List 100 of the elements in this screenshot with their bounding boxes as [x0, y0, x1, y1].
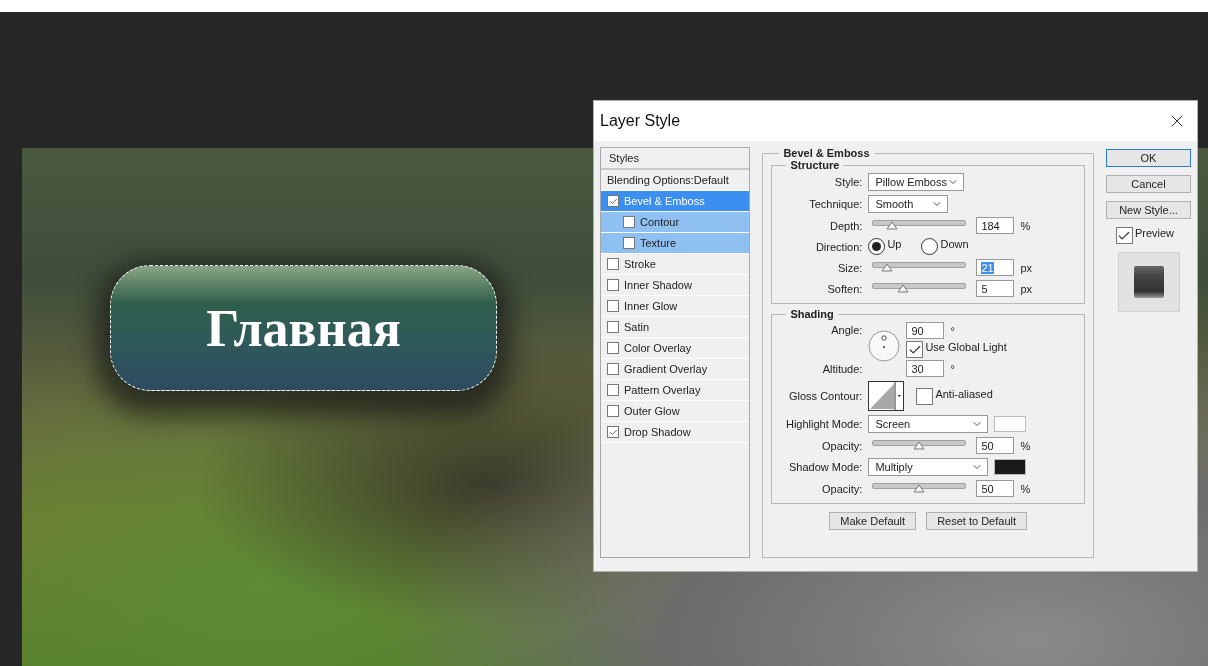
number-field[interactable]: 90	[906, 322, 945, 339]
radio-button[interactable]	[868, 238, 886, 255]
unit-label: %	[1020, 482, 1031, 495]
dropdown[interactable]: Screen	[868, 415, 989, 433]
number-field[interactable]: 184	[976, 217, 1015, 234]
check-icon	[608, 427, 618, 437]
field-label: Opacity:	[821, 482, 863, 495]
unit-label: %	[1020, 219, 1031, 232]
banner-text: Главная	[206, 298, 401, 358]
radio-label: Down	[940, 238, 969, 250]
group-title: Shading	[789, 308, 835, 320]
group-title: Bevel & Emboss	[782, 147, 871, 159]
style-label: Gradient Overlay	[624, 363, 708, 375]
field-value: 184	[981, 219, 1000, 232]
dialog-button[interactable]: OK	[1105, 149, 1191, 167]
color-swatch[interactable]	[994, 459, 1027, 475]
style-label: Bevel & Emboss	[624, 195, 705, 207]
footer-button[interactable]: Make Default	[829, 512, 917, 530]
field-label: Highlight Mode:	[784, 418, 863, 430]
field-label: Technique:	[808, 198, 863, 210]
group-title: Structure	[789, 159, 841, 171]
style-label: Inner Shadow	[624, 279, 692, 291]
slider-thumb[interactable]	[913, 441, 926, 450]
field-label: Size:	[836, 261, 863, 274]
checkbox[interactable]	[1115, 227, 1133, 244]
style-label: Stroke	[624, 258, 656, 270]
checkbox[interactable]	[607, 195, 619, 207]
dialog-button[interactable]: Cancel	[1105, 175, 1191, 193]
number-field[interactable]: 5	[976, 280, 1015, 297]
style-label: Inner Glow	[624, 300, 678, 312]
unit-label: px	[1020, 261, 1032, 274]
checkbox[interactable]	[623, 237, 635, 249]
footer-button[interactable]: Reset to Default	[926, 512, 1027, 530]
style-list-item[interactable]: Inner Shadow	[601, 275, 750, 296]
radio-button[interactable]	[921, 238, 939, 255]
field-value: 90	[911, 324, 924, 337]
field-value: 50	[981, 482, 994, 495]
style-label: Color Overlay	[624, 342, 692, 354]
checkbox-label: Anti-aliased	[935, 387, 993, 400]
field-label: Style:	[833, 176, 863, 188]
field-label: Altitude:	[822, 363, 863, 375]
style-label: Contour	[640, 216, 680, 228]
style-label: Pattern Overlay	[624, 384, 701, 396]
style-list-item[interactable]: Texture	[601, 233, 750, 254]
checkbox-label: Use Global Light	[925, 341, 1007, 353]
field-label: Gloss Contour:	[788, 390, 863, 402]
style-label: Texture	[640, 237, 677, 249]
field-label: Soften:	[826, 282, 863, 295]
checkbox[interactable]	[607, 258, 619, 270]
field-label: Depth:	[828, 219, 863, 232]
unit-label: °	[950, 362, 955, 375]
checkbox-label: Preview	[1134, 227, 1175, 239]
checkbox[interactable]	[607, 384, 619, 396]
checkbox[interactable]	[607, 342, 619, 354]
check-icon	[608, 196, 618, 206]
style-label: Drop Shadow	[624, 426, 691, 438]
window-title: Layer Style	[600, 112, 681, 130]
slider-thumb[interactable]	[896, 284, 909, 293]
square-icon	[1133, 266, 1164, 298]
style-list-item[interactable]: Contour	[601, 212, 750, 233]
slider-thumb[interactable]	[881, 263, 894, 272]
checkbox[interactable]	[623, 216, 635, 228]
checkbox[interactable]	[906, 341, 924, 358]
dropdown[interactable]: Smooth	[868, 195, 949, 213]
checkbox[interactable]	[607, 405, 619, 417]
contour-picker[interactable]	[868, 381, 905, 411]
number-field[interactable]: 30	[906, 360, 945, 377]
style-list-item[interactable]: Satin	[601, 317, 750, 338]
style-list-item[interactable]: Stroke	[601, 254, 750, 275]
style-list-item[interactable]: Inner Glow	[601, 296, 750, 317]
style-label: Outer Glow	[624, 405, 680, 417]
checkbox[interactable]	[607, 300, 619, 312]
color-swatch[interactable]	[994, 416, 1027, 432]
style-list-item[interactable]: Pattern Overlay	[601, 380, 750, 401]
styles-header[interactable]: Styles	[601, 148, 750, 170]
style-list-item[interactable]: Gradient Overlay	[601, 359, 750, 380]
dropdown[interactable]: Multiply	[868, 458, 989, 476]
field-label: Direction:	[814, 240, 863, 253]
checkbox[interactable]	[607, 363, 619, 375]
style-list-item[interactable]: Drop Shadow	[601, 422, 750, 443]
checkbox[interactable]	[607, 426, 619, 438]
slider-thumb[interactable]	[885, 221, 898, 230]
field-label: Shadow Mode:	[788, 461, 863, 473]
style-list-item[interactable]: Outer Glow	[601, 401, 750, 422]
style-list-item[interactable]: Color Overlay	[601, 338, 750, 359]
checkbox[interactable]	[607, 321, 619, 333]
number-field[interactable]: 50	[976, 480, 1015, 497]
field-label: Angle:	[831, 324, 863, 336]
checkbox[interactable]	[607, 279, 619, 291]
field-value: 21	[981, 261, 994, 274]
dropdown[interactable]: Pillow Emboss	[868, 173, 965, 191]
dialog-button[interactable]: New Style...	[1105, 201, 1191, 219]
style-label: Satin	[624, 321, 650, 333]
number-field[interactable]: 50	[976, 437, 1015, 454]
angle-dial-icon[interactable]	[868, 330, 901, 362]
slider-thumb[interactable]	[913, 484, 926, 493]
field-label: Opacity:	[821, 439, 863, 452]
unit-label: °	[950, 324, 955, 337]
field-value: 50	[981, 439, 994, 452]
checkbox[interactable]	[916, 387, 934, 405]
